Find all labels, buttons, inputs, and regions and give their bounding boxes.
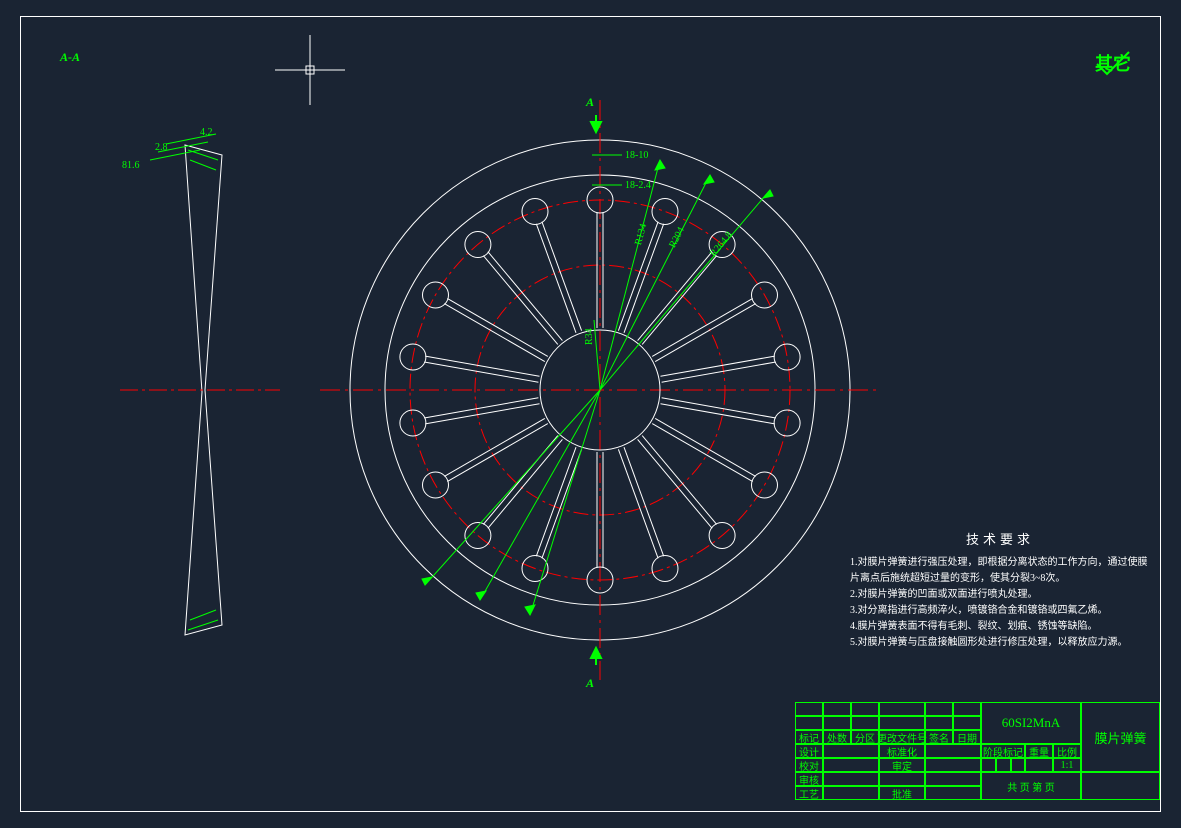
tb-h1: 标记: [795, 730, 823, 744]
check-icon: [1095, 50, 1131, 78]
tb-stage: 阶段标记: [981, 744, 1025, 758]
tb-scalelabel: 比例: [1053, 744, 1081, 758]
tb-approve2: 审定: [879, 758, 925, 772]
req-line: 1.对膜片弹簧进行强压处理，即根据分离状态的工作方向，通过使膜片离点后施统超短过…: [850, 555, 1150, 587]
tb-h6: 日期: [953, 730, 981, 744]
dim-r3: R264.8: [708, 230, 735, 259]
surface-finish-other: 其它: [1095, 50, 1131, 76]
dim-side1: 81.6: [122, 160, 140, 171]
tb-partname: 膜片弹簧: [1081, 702, 1160, 772]
dim-rinner: R34: [584, 328, 595, 345]
tb-design: 设计: [795, 744, 823, 758]
tb-material: 60SI2MnA: [981, 702, 1081, 744]
tb-std: 标准化: [879, 744, 925, 758]
dim-side2: 2.8: [155, 142, 168, 153]
req-title: 技术要求: [850, 530, 1150, 551]
dim-r2: R204: [667, 225, 687, 249]
tb-weight: 重量: [1025, 744, 1053, 758]
req-line: 2.对膜片弹簧的凹面或双面进行喷丸处理。: [850, 587, 1150, 603]
tb-approve: 批准: [879, 786, 925, 800]
tb-pages: 共 页 第 页: [981, 772, 1081, 800]
section-aa-label: A-A: [60, 50, 80, 65]
dim-d1: 18-10: [625, 150, 648, 161]
req-line: 5.对膜片弹簧与压盘接触圆形处进行修压处理，以释放应力源。: [850, 635, 1150, 651]
tb-check: 校对: [795, 758, 823, 772]
dim-d2: 18-2.4: [625, 180, 651, 191]
tech-requirements: 技术要求 1.对膜片弹簧进行强压处理，即根据分离状态的工作方向，通过使膜片离点后…: [850, 530, 1150, 651]
section-arrow-top: A: [586, 95, 594, 110]
req-line: 4.膜片弹簧表面不得有毛刺、裂纹、划痕、锈蚀等缺陷。: [850, 619, 1150, 635]
tb-h5: 签名: [925, 730, 953, 744]
tb-review: 审核: [795, 772, 823, 786]
tb-scale: 1:1: [1053, 758, 1081, 772]
tb-h4: 更改文件号: [879, 730, 925, 744]
drawing-sheet: 81.6 2.8 4.2: [0, 0, 1181, 828]
req-line: 3.对分离指进行高频淬火，喷镀铬合金和镀铬或四氟乙烯。: [850, 603, 1150, 619]
tb-process: 工艺: [795, 786, 823, 800]
dim-r1: R134: [633, 223, 649, 247]
section-arrow-bottom: A: [586, 676, 594, 691]
tb-h3: 分区: [851, 730, 879, 744]
dim-side3: 4.2: [200, 127, 213, 138]
tb-h2: 处数: [823, 730, 851, 744]
